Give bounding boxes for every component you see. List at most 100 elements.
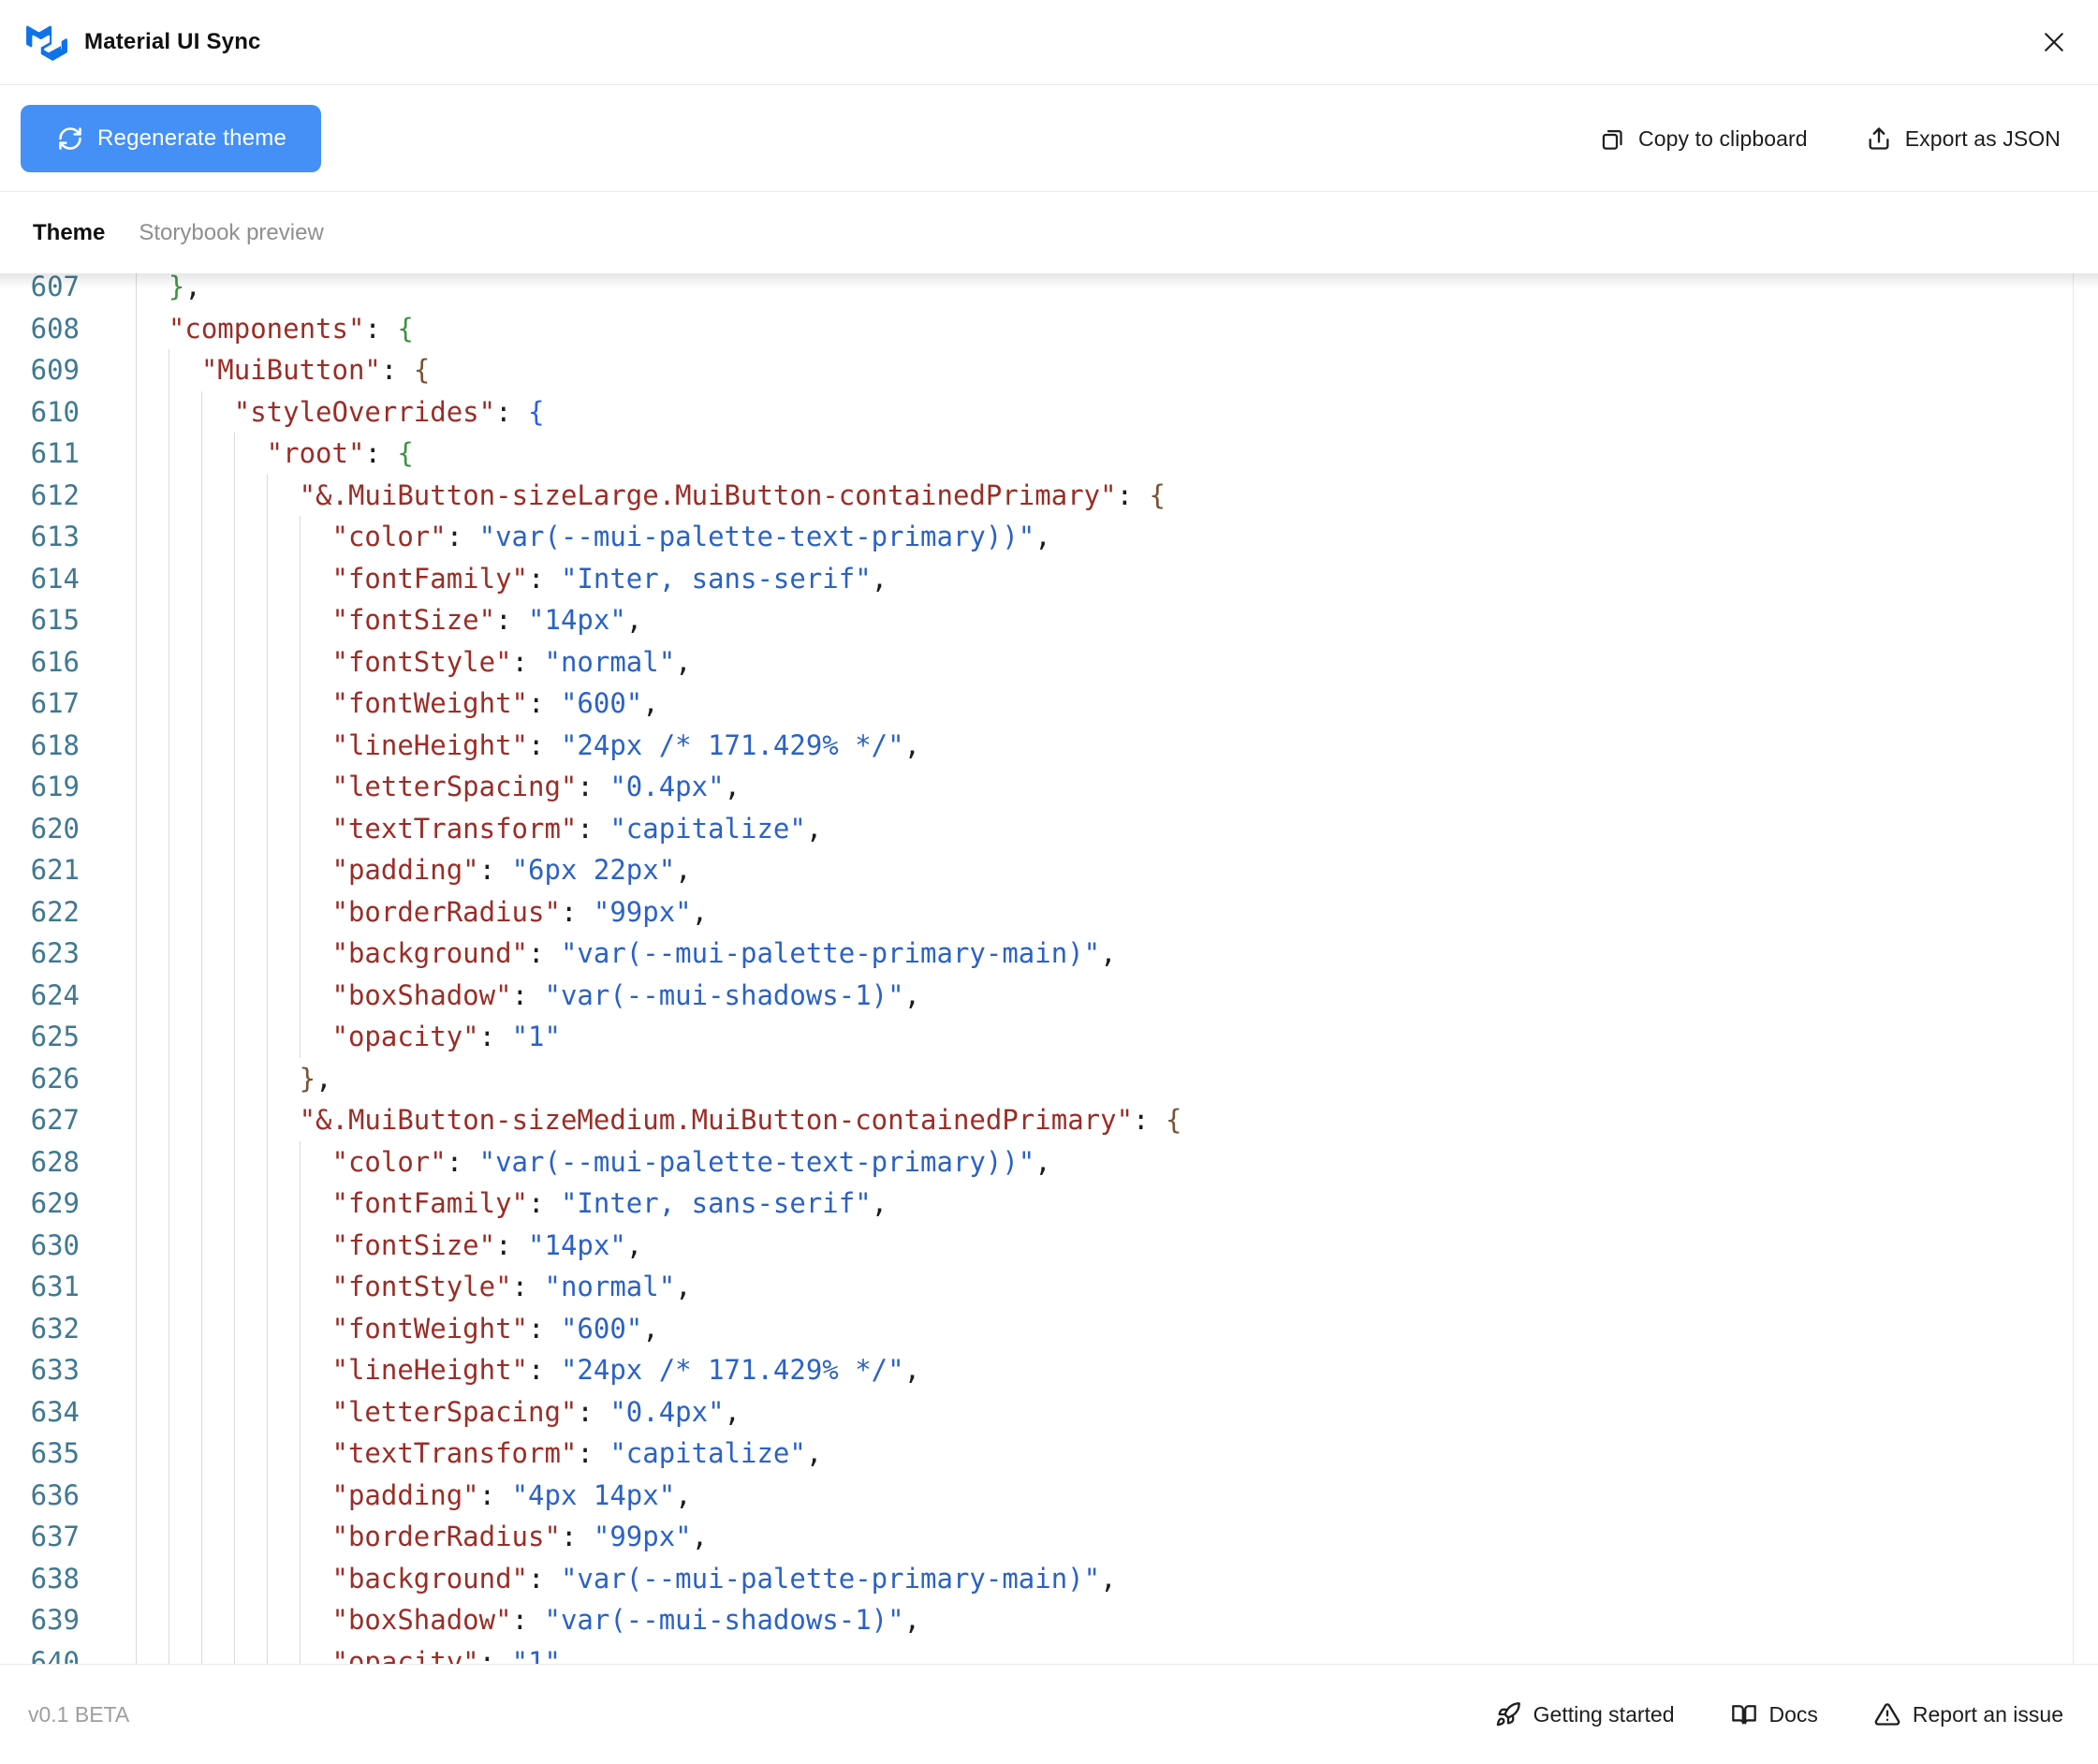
code-token-s: "capitalize" <box>609 1437 806 1469</box>
code-line: 640 "opacity": "1" <box>0 1640 2098 1665</box>
indent-guide <box>299 1474 301 1516</box>
indent-guide <box>266 1390 268 1433</box>
indent-guide <box>136 1390 137 1433</box>
code-token-p: : <box>528 1562 561 1595</box>
code-token-s: "4px 14px" <box>511 1478 676 1511</box>
code-token-k: "textTransform" <box>331 812 578 845</box>
indent-guide <box>266 1640 268 1664</box>
indent-guide <box>233 1224 235 1266</box>
report-an-issue-link[interactable]: Report an issue <box>1874 1701 2063 1727</box>
indent-guide <box>233 974 235 1016</box>
code-token-p: : <box>528 1312 561 1345</box>
indent-guide <box>233 516 235 558</box>
code-token-p: : <box>478 1021 512 1052</box>
version-badge: v0.1 BETA <box>28 1701 130 1727</box>
code-token-p: , <box>691 895 709 928</box>
close-button[interactable] <box>2036 24 2072 60</box>
scrollbar-track[interactable] <box>2073 273 2074 1664</box>
indent-guide <box>200 1516 202 1558</box>
code-token-p: : <box>511 978 545 1011</box>
code-line: 623 "background": "var(--mui-palette-prim… <box>0 933 2098 975</box>
code-token-p: , <box>871 562 888 595</box>
code-line-content: "&.MuiButton-sizeMedium.MuiButton-contai… <box>136 1099 2098 1141</box>
indent-guide <box>299 807 301 849</box>
code-token-p: , <box>724 1395 741 1428</box>
line-number: 633 <box>30 1354 80 1386</box>
indent-guide <box>299 1307 301 1349</box>
code-token-s: "1" <box>511 1645 561 1665</box>
indent-guide <box>299 599 301 641</box>
tab-bar: Theme Storybook preview <box>0 193 2098 273</box>
regenerate-theme-button[interactable]: Regenerate theme <box>21 105 321 172</box>
line-number: 631 <box>30 1271 80 1302</box>
indent-guide <box>299 557 301 599</box>
code-line: 613 "color": "var(--mui-palette-text-prim… <box>0 516 2098 558</box>
theme-code-editor[interactable]: 607}, 608 "components": {609 "MuiButton": {… <box>0 273 2098 1664</box>
getting-started-link[interactable]: Getting started <box>1495 1701 1675 1727</box>
indent-guide <box>200 849 202 891</box>
code-token-k: "opacity" <box>331 1021 479 1052</box>
code-token-p: , <box>675 854 692 886</box>
indent-guide <box>200 890 202 933</box>
code-token-p: : <box>528 1354 561 1386</box>
indent-guide <box>136 1183 137 1225</box>
code-token-k: "padding" <box>331 1478 479 1511</box>
line-number: 627 <box>30 1104 80 1136</box>
code-line-content: "borderRadius": "99px", <box>136 890 2098 933</box>
indent-guide <box>200 1599 202 1641</box>
indent-guide <box>266 724 268 766</box>
code-token-k: "&.MuiButton-sizeLarge.MuiButton-contain… <box>299 478 1117 511</box>
code-token-k: "components" <box>168 312 365 345</box>
docs-link[interactable]: Docs <box>1731 1701 1818 1727</box>
line-number: 611 <box>30 437 80 469</box>
tab-theme[interactable]: Theme <box>33 220 105 246</box>
code-token-k: "padding" <box>331 854 479 886</box>
code-token-p: : <box>577 812 610 845</box>
line-number: 608 <box>30 312 80 345</box>
sync-icon <box>59 127 81 150</box>
copy-to-clipboard-button[interactable]: Copy to clipboard <box>1600 126 1808 152</box>
code-line-content: "boxShadow": "var(--mui-shadows-1)", <box>136 974 2098 1016</box>
indent-guide <box>233 766 235 808</box>
indent-guide <box>200 683 202 725</box>
line-number: 629 <box>30 1187 80 1219</box>
indent-guide <box>266 1349 268 1391</box>
indent-guide <box>136 1557 137 1599</box>
code-token-k: "lineHeight" <box>331 728 529 761</box>
code-line-content: "fontFamily": "Inter, sans-serif", <box>136 1183 2098 1225</box>
indent-guide <box>136 683 137 725</box>
code-line: 632 "fontWeight": "600", <box>0 1307 2098 1349</box>
indent-guide <box>200 933 202 975</box>
indent-guide <box>200 1266 202 1308</box>
code-token-s: "99px" <box>593 895 692 928</box>
code-token-s: "0.4px" <box>609 1395 725 1428</box>
indent-guide <box>233 1016 235 1058</box>
code-token-p: : <box>577 1395 610 1428</box>
line-number: 614 <box>30 562 80 595</box>
code-token-p: , <box>903 1604 921 1636</box>
export-as-json-button[interactable]: Export as JSON <box>1866 125 2061 152</box>
indent-guide <box>200 1390 202 1433</box>
code-line-content: "fontWeight": "600", <box>136 1307 2098 1349</box>
code-token-p: , <box>1100 1562 1117 1595</box>
indent-guide <box>233 1266 235 1308</box>
indent-guide <box>136 599 137 641</box>
indent-guide <box>200 1433 202 1475</box>
line-number: 613 <box>30 521 80 552</box>
code-line: 629 "fontFamily": "Inter, sans-serif", <box>0 1183 2098 1225</box>
regenerate-theme-label: Regenerate theme <box>97 125 286 151</box>
code-token-p: , <box>675 645 692 678</box>
code-line-content: "styleOverrides": { <box>136 390 2098 433</box>
code-token-k: "fontStyle" <box>331 645 512 678</box>
tab-storybook-preview[interactable]: Storybook preview <box>139 220 323 246</box>
line-number: 632 <box>30 1312 80 1345</box>
indent-guide <box>200 1224 202 1266</box>
indent-guide <box>233 1640 235 1664</box>
code-token-k: "lineHeight" <box>331 1354 529 1386</box>
indent-guide <box>200 1140 202 1183</box>
code-token-k: "fontStyle" <box>331 1271 512 1302</box>
line-number: 626 <box>30 1062 80 1095</box>
code-token-s: "normal" <box>544 1271 676 1302</box>
code-token-bu: { <box>528 395 545 428</box>
code-token-k: "fontFamily" <box>331 1187 529 1219</box>
